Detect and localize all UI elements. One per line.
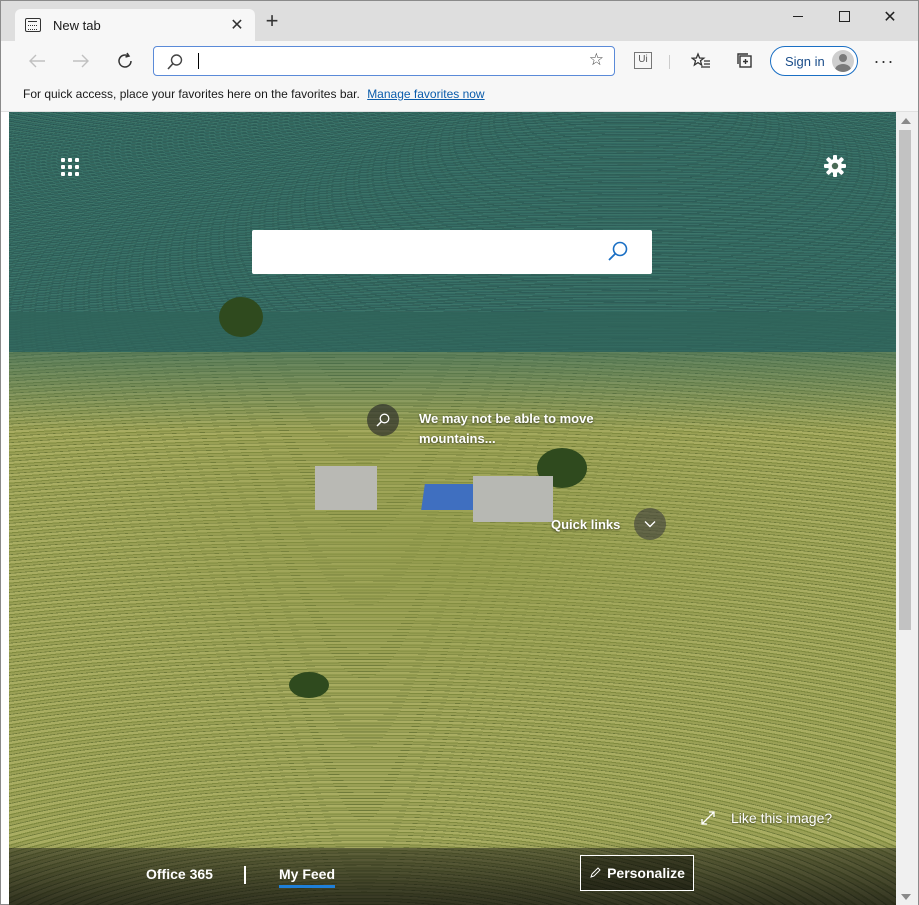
favorites-button[interactable] [687,49,715,73]
navigation-toolbar: ☆ Ui Sign in ··· [1,41,918,81]
new-tab-button[interactable]: + [261,10,283,33]
tab-strip: New tab ✕ + ✕ [1,1,918,41]
favorites-list-icon [691,52,710,68]
tab-office-365[interactable]: Office 365 [146,866,213,882]
manage-favorites-link[interactable]: Manage favorites now [367,87,484,101]
collections-button[interactable] [731,49,759,73]
sign-in-label: Sign in [785,53,825,69]
settings-button[interactable] [823,154,847,178]
new-tab-page: We may not be able to move mountains... … [9,112,896,905]
quick-links-toggle[interactable]: Quick links [551,508,667,540]
address-input[interactable] [196,51,576,71]
extension-icon[interactable]: Ui [634,52,652,69]
like-image-link[interactable]: Like this image? [701,810,832,826]
minimize-button[interactable] [775,7,821,27]
tree-decoration [219,297,263,337]
star-icon[interactable]: ☆ [589,50,604,70]
back-icon [29,54,45,68]
search-icon [376,413,390,427]
forward-icon [73,54,89,68]
apps-launcher-icon[interactable] [61,158,79,176]
avatar [832,50,854,72]
tab-new-tab[interactable]: New tab ✕ [15,9,255,41]
image-caption[interactable]: We may not be able to move mountains... [419,409,619,449]
forward-button[interactable] [67,49,95,73]
web-search-box[interactable] [252,230,652,274]
collections-icon [737,53,752,68]
pencil-icon [590,867,601,878]
address-bar[interactable]: ☆ [153,46,615,76]
maximize-button[interactable] [821,7,867,27]
tree-decoration [289,672,329,698]
browser-window: New tab ✕ + ✕ ☆ Ui Sign in ··· For quick… [0,0,919,905]
toolbar-divider [669,55,670,69]
search-icon [167,54,183,70]
expand-icon [701,811,715,825]
gear-icon [824,155,846,177]
scroll-up-arrow[interactable] [901,118,911,124]
image-info[interactable]: We may not be able to move mountains... [367,404,619,449]
hut-roof-decoration [421,484,477,510]
scroll-thumb[interactable] [899,130,911,630]
back-button[interactable] [23,49,51,73]
quick-links-label: Quick links [551,516,621,532]
tab-icon [25,18,41,32]
personalize-label: Personalize [607,865,685,881]
page-scrollbar[interactable] [896,112,918,905]
feed-tab-divider [244,866,246,884]
refresh-icon [118,52,132,68]
search-icon[interactable] [606,240,630,264]
feed-bar: Office 365 My Feed Personalize [9,848,896,905]
tab-title: New tab [53,17,101,33]
close-window-button[interactable]: ✕ [867,7,913,27]
web-search-input[interactable] [262,240,592,264]
favorites-bar-message: For quick access, place your favorites h… [23,87,360,101]
quick-links-expand[interactable] [634,508,667,540]
sign-in-button[interactable]: Sign in [770,46,858,76]
chevron-down-icon [644,521,656,528]
image-search-button[interactable] [367,404,399,436]
more-menu-button[interactable]: ··· [870,49,898,73]
tab-close-icon[interactable]: ✕ [229,15,245,35]
refresh-button[interactable] [111,49,139,73]
like-image-label: Like this image? [731,810,833,826]
tab-my-feed[interactable]: My Feed [279,866,336,888]
favorites-bar: For quick access, place your favorites h… [1,81,918,112]
hut-decoration [315,466,377,510]
personalize-button[interactable]: Personalize [580,855,694,891]
scroll-down-arrow[interactable] [901,894,911,900]
hut-decoration [473,476,553,522]
